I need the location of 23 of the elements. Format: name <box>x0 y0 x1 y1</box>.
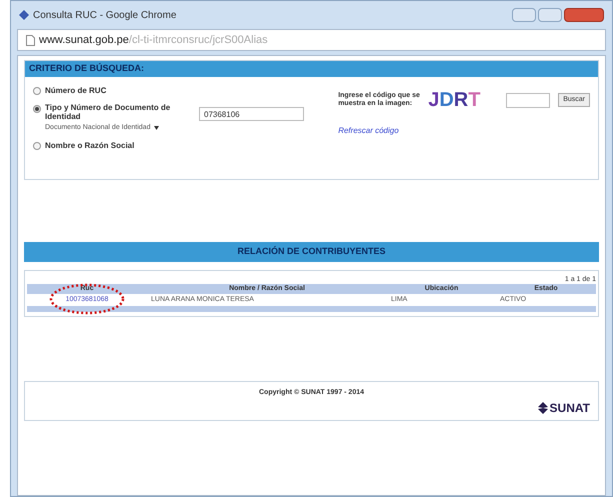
address-bar[interactable]: www.sunat.gob.pe/cl-ti-itmrconsruc/jcrS00Alias <box>17 29 606 51</box>
results-header: RELACIÓN DE CONTRIBUYENTES <box>24 242 599 262</box>
radio-button[interactable] <box>33 105 41 113</box>
captcha-field[interactable] <box>506 92 550 108</box>
page-icon <box>26 34 35 46</box>
radio-button[interactable] <box>33 142 41 150</box>
option-label: Nombre o Razón Social <box>45 140 134 152</box>
document-number-field[interactable]: 07368106 <box>199 107 304 121</box>
window-title: Consulta RUC - Google Chrome <box>33 8 176 22</box>
logo-icon <box>538 402 548 414</box>
section-header: CRITERIO DE BÚSQUEDA: <box>25 61 598 77</box>
refresh-code-link[interactable]: Refrescar código <box>338 125 590 137</box>
captcha-image: JDRT <box>428 88 482 113</box>
radio-button[interactable] <box>33 87 41 95</box>
close-button[interactable] <box>564 8 604 22</box>
browser-logo-icon <box>19 10 29 20</box>
option-label: Número de RUC <box>45 85 106 97</box>
minimize-button[interactable] <box>512 8 536 22</box>
option-label: Tipo y Número de Documento de Identidad <box>45 103 172 121</box>
logo-text: SUNAT <box>550 400 590 416</box>
maximize-button[interactable] <box>538 8 562 22</box>
url-text: www.sunat.gob.pe/cl-ti-itmrconsruc/jcrS00Alias <box>39 32 268 48</box>
dropdown-arrow-icon <box>154 126 160 130</box>
